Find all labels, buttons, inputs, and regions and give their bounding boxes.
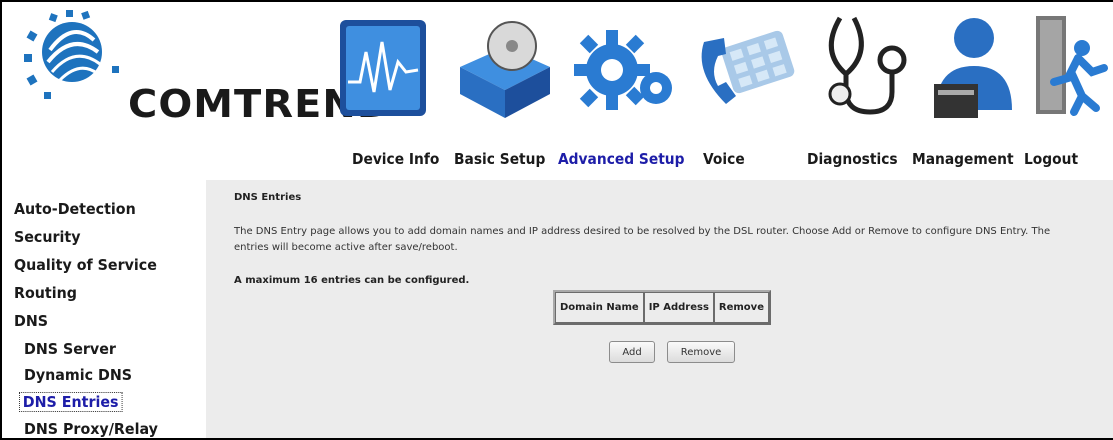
sidebar-item-dns-entries[interactable]: DNS Entries — [19, 392, 123, 412]
column-header-remove: Remove — [713, 292, 769, 323]
nav-diagnostics[interactable]: Diagnostics — [807, 150, 898, 168]
sidebar-item-dns[interactable]: DNS — [14, 312, 48, 330]
dns-entries-table: Domain Name IP Address Remove — [553, 290, 771, 325]
sidebar-item-security[interactable]: Security — [14, 228, 81, 246]
nav-voice[interactable]: Voice — [703, 150, 745, 168]
sidebar-item-quality-of-service[interactable]: Quality of Service — [14, 256, 157, 274]
add-button[interactable]: Add — [609, 341, 655, 363]
window-frame: COMTREND Device Info Basic Setup Advance… — [0, 0, 1113, 440]
remove-button[interactable]: Remove — [667, 341, 735, 363]
advanced-setup-icon[interactable] — [570, 12, 682, 122]
voice-icon[interactable] — [690, 12, 800, 122]
nav-device-info[interactable]: Device Info — [352, 150, 439, 168]
management-icon[interactable] — [928, 12, 1020, 122]
sidebar-item-auto-detection[interactable]: Auto-Detection — [14, 200, 136, 218]
column-header-domain-name: Domain Name — [555, 292, 644, 323]
sidebar-item-routing[interactable]: Routing — [14, 284, 77, 302]
table-header-row: Domain Name IP Address Remove — [555, 292, 769, 323]
column-header-ip-address: IP Address — [643, 292, 714, 323]
logout-icon[interactable] — [1030, 12, 1110, 122]
sidebar-item-dns-server[interactable]: DNS Server — [24, 340, 116, 358]
max-entries-note: A maximum 16 entries can be configured. — [234, 275, 470, 286]
device-info-icon[interactable] — [330, 12, 438, 122]
sidebar-item-dynamic-dns[interactable]: Dynamic DNS — [24, 366, 132, 384]
sidebar-item-dns-proxy-relay[interactable]: DNS Proxy/Relay — [24, 420, 158, 438]
comtrend-logo: COMTREND — [20, 10, 390, 130]
basic-setup-icon[interactable] — [450, 12, 560, 122]
diagnostics-icon[interactable] — [810, 12, 920, 122]
main-panel: DNS Entries The DNS Entry page allows yo… — [206, 180, 1113, 438]
sidebar: Auto-Detection Security Quality of Servi… — [2, 180, 206, 438]
page-description: The DNS Entry page allows you to add dom… — [234, 226, 1051, 253]
nav-basic-setup[interactable]: Basic Setup — [454, 150, 545, 168]
nav-logout[interactable]: Logout — [1024, 150, 1078, 168]
nav-management[interactable]: Management — [912, 150, 1014, 168]
header: COMTREND Device Info Basic Setup Advance… — [2, 2, 1113, 180]
page-title: DNS Entries — [234, 192, 302, 203]
nav-advanced-setup[interactable]: Advanced Setup — [558, 150, 685, 168]
